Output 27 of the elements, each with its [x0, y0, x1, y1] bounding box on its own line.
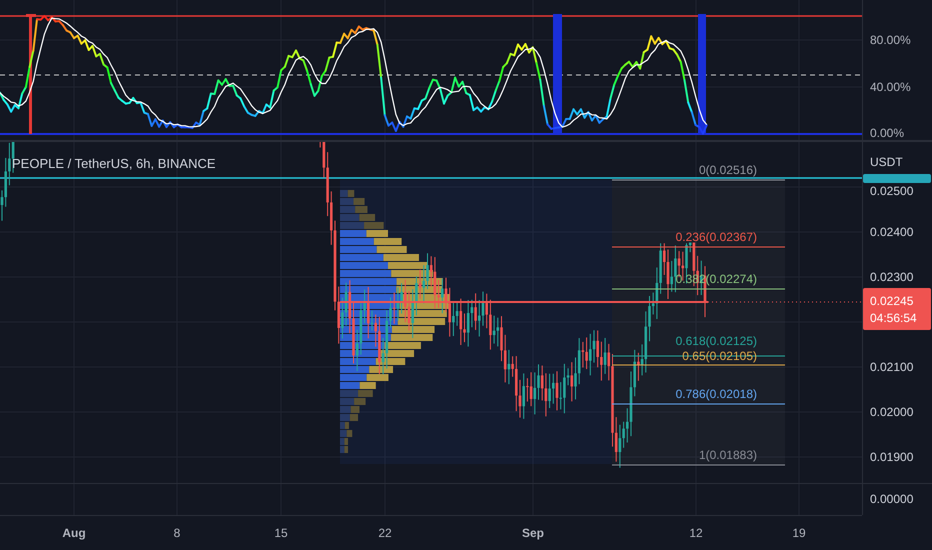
- axis-label: 0.02300: [870, 270, 914, 284]
- fibonacci-level-label: 1(0.01883): [698, 448, 757, 462]
- date-label: 15: [274, 526, 288, 540]
- last-price-tag: [863, 288, 931, 330]
- fibonacci-level-label: 0.618(0.02125): [676, 334, 757, 348]
- fibonacci-level-label: 0.236(0.02367): [676, 230, 757, 244]
- currency-label: USDT: [870, 155, 903, 169]
- axis-label: 0.02000: [870, 405, 914, 419]
- axis-label: 0.00%: [870, 126, 904, 140]
- fibonacci-level-label: 0.786(0.02018): [676, 387, 757, 401]
- axis-label: 0.02500: [870, 184, 914, 198]
- date-label: 8: [174, 526, 180, 540]
- date-label: 19: [792, 526, 806, 540]
- axis-label: 0.02100: [870, 360, 914, 374]
- date-label: 22: [378, 526, 392, 540]
- axis-label: 0.00000: [870, 492, 914, 506]
- axis-label: 0.02400: [870, 225, 914, 239]
- bar-countdown: 04:56:54: [870, 311, 917, 325]
- price-tag-marker: [863, 174, 931, 183]
- month-label: Sep: [522, 526, 544, 540]
- axis-label: 0.01900: [870, 450, 914, 464]
- last-price: 0.02245: [870, 294, 914, 308]
- axis-label: 40.00%: [870, 80, 911, 94]
- fibonacci-level-label: 0(0.02516): [698, 163, 757, 177]
- month-label: Aug: [62, 526, 86, 540]
- axis-label: 80.00%: [870, 33, 911, 47]
- date-label: 12: [689, 526, 703, 540]
